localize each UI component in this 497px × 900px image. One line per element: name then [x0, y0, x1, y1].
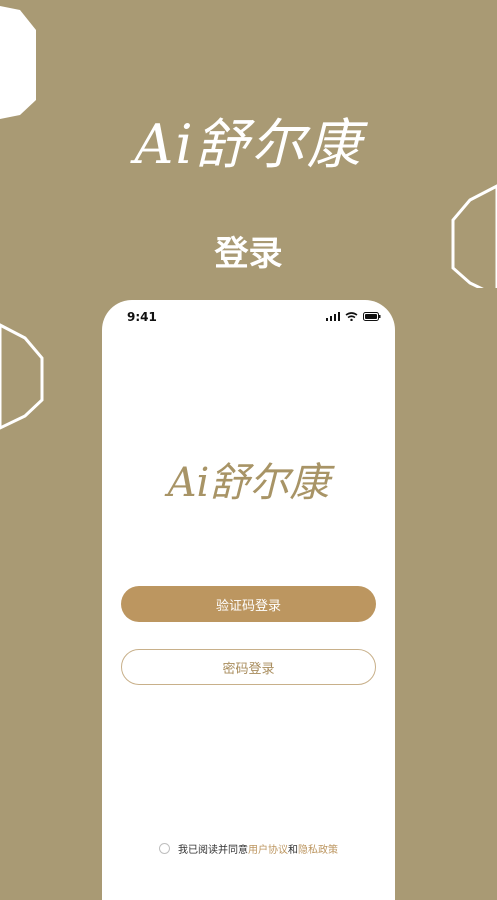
- battery-icon: [363, 312, 381, 321]
- agree-checkbox[interactable]: [159, 843, 170, 854]
- sms-login-button[interactable]: 验证码登录: [121, 586, 376, 622]
- brand-logo-inner: Ai舒尔康: [167, 460, 330, 506]
- brand-logo: Ai舒尔康: [134, 113, 363, 176]
- agreement-row: 我已阅读并同意 用户协议 和 隐私政策: [102, 841, 395, 856]
- agreement-prefix: 我已阅读并同意: [178, 845, 248, 856]
- status-time: 9:41: [127, 310, 157, 324]
- privacy-policy-link[interactable]: 隐私政策: [298, 841, 338, 856]
- page-title: 登录: [214, 234, 283, 274]
- phone-mockup: 9:41 Ai舒尔康 验证码登录 密码登录 我已阅读并同意 用户协议 和 隐私政…: [102, 300, 395, 900]
- password-login-button[interactable]: 密码登录: [121, 649, 376, 685]
- status-icons: [326, 312, 381, 321]
- status-bar: 9:41: [102, 310, 395, 326]
- user-agreement-link[interactable]: 用户协议: [248, 841, 288, 856]
- wifi-icon: [345, 312, 358, 321]
- hexagon-decoration-left: [0, 323, 44, 430]
- agreement-conjunction: 和: [288, 845, 298, 856]
- signal-icon: [326, 312, 340, 321]
